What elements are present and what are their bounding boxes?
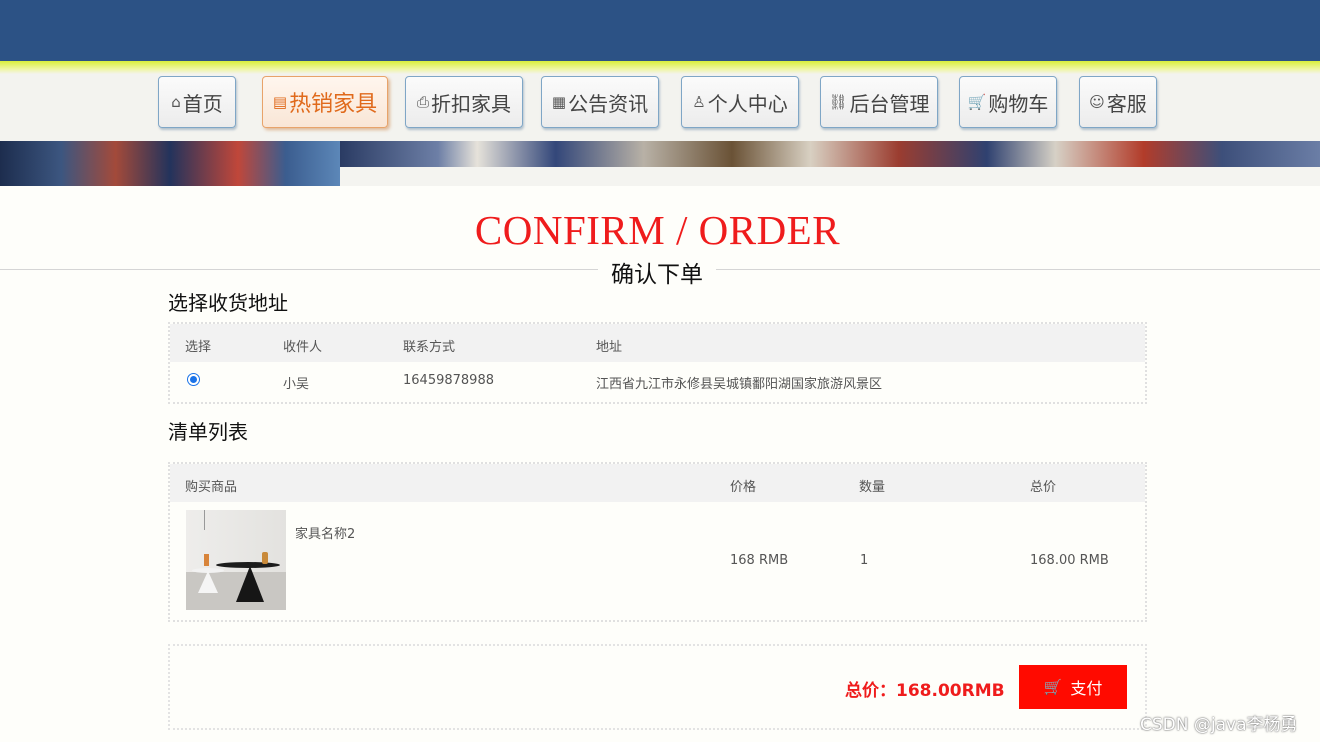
recipient-phone: 16459878988 [403,373,494,388]
recipient-address: 江西省九江市永修县吴城镇鄱阳湖国家旅游风景区 [596,377,883,392]
column-header-recipient: 收件人 [283,340,323,355]
address-table: 选择 收件人 联系方式 地址 小吴 16459878988 江西省九江市永修县吴… [168,322,1147,404]
user-icon: ♙ [692,93,706,111]
header-stripe [0,61,1320,74]
payment-panel: 总价：168.00RMB 🛒 支付 [168,644,1147,730]
nav-customer-service[interactable]: ☺ 客服 [1079,76,1157,128]
order-table: 购买商品 价格 数量 总价 家具名称2 168 RMB 1 168.00 RMB [168,462,1147,622]
column-header-quantity: 数量 [859,480,886,495]
page-subtitle: 确认下单 [598,255,716,289]
banner-image-right [340,141,1320,167]
clipboard-icon: ▤ [272,93,288,111]
nav-home-label: 首页 [182,91,223,116]
address-select-radio[interactable] [187,373,200,386]
nav-home[interactable]: ⌂ 首页 [158,76,236,128]
nav-hot-furniture[interactable]: ▤ 热销家具 [262,76,388,128]
printer-icon: ⎙ [416,93,429,111]
watermark: CSDN @java李杨勇 [1140,715,1298,735]
order-section-title: 清单列表 [168,420,248,444]
nav-customer-service-label: 客服 [1106,91,1147,116]
cart-icon: 🛒 [1043,678,1063,696]
nav-discount-furniture[interactable]: ⎙ 折扣家具 [405,76,523,128]
nav-discount-furniture-label: 折扣家具 [431,91,511,116]
nav-personal-center-label: 个人中心 [707,91,788,116]
product-subtotal: 168.00 RMB [1030,553,1109,568]
column-header-total: 总价 [1030,480,1057,495]
nav-announcements-label: 公告资讯 [568,91,649,116]
column-header-product: 购买商品 [185,480,238,495]
column-header-select: 选择 [185,340,212,355]
top-header-bar [0,0,1320,61]
grid-icon: ▦ [551,93,567,111]
nav-admin-label: 后台管理 [849,91,930,116]
banner-shade [340,167,1320,186]
product-name[interactable]: 家具名称2 [295,523,355,542]
address-table-header: 选择 收件人 联系方式 地址 [170,324,1145,362]
banner-image-left [0,141,340,186]
column-header-phone: 联系方式 [403,340,456,355]
pay-button-label: 支付 [1070,679,1103,698]
nav-personal-center[interactable]: ♙ 个人中心 [681,76,799,128]
page-title: CONFIRM / ORDER [474,207,841,253]
table-row: 家具名称2 168 RMB 1 168.00 RMB [170,502,1145,620]
column-header-price: 价格 [730,480,757,495]
product-quantity: 1 [860,553,869,568]
product-price: 168 RMB [730,553,789,568]
nav-cart-label: 购物车 [988,91,1049,116]
order-total: 总价：168.00RMB [845,681,1005,701]
order-table-header: 购买商品 价格 数量 总价 [170,464,1145,502]
nav-cart[interactable]: 🛒 购物车 [959,76,1057,128]
product-thumbnail[interactable] [186,510,286,610]
home-icon: ⌂ [171,93,181,111]
recipient-name: 小吴 [283,377,310,392]
table-row[interactable]: 小吴 16459878988 江西省九江市永修县吴城镇鄱阳湖国家旅游风景区 [170,362,1145,402]
address-section-title: 选择收货地址 [168,291,288,315]
wechat-icon: ☺ [1089,93,1105,111]
column-header-address: 地址 [596,340,623,355]
link-icon: ⛓ [828,93,848,111]
nav-admin[interactable]: ⛓ 后台管理 [820,76,938,128]
nav-hot-furniture-label: 热销家具 [289,92,378,117]
cart-icon: 🛒 [967,93,987,111]
pay-button[interactable]: 🛒 支付 [1019,665,1127,709]
nav-announcements[interactable]: ▦ 公告资讯 [541,76,659,128]
